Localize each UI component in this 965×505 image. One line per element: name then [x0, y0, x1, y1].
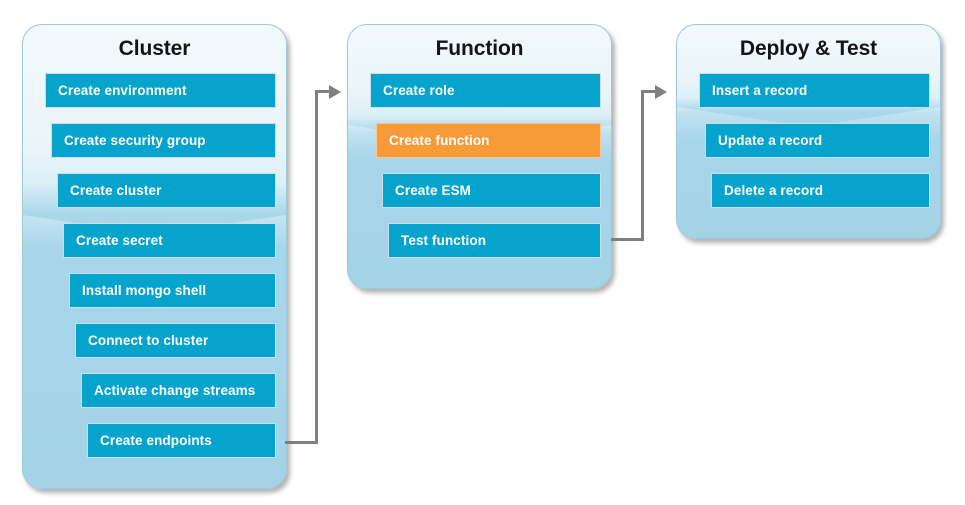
step-insert-a-record[interactable]: Insert a record — [699, 73, 930, 108]
step-create-environment[interactable]: Create environment — [45, 73, 276, 108]
step-create-endpoints[interactable]: Create endpoints — [87, 423, 276, 458]
panel-title-deploy-test: Deploy & Test — [739, 37, 878, 60]
step-create-cluster[interactable]: Create cluster — [57, 173, 276, 208]
connector-segment-vertical — [641, 90, 644, 241]
step-create-secret[interactable]: Create secret — [63, 223, 276, 258]
step-update-a-record[interactable]: Update a record — [705, 123, 930, 158]
connector-segment-horizontal-bottom — [611, 238, 644, 241]
step-create-esm[interactable]: Create ESM — [382, 173, 601, 208]
step-delete-a-record[interactable]: Delete a record — [711, 173, 930, 208]
connector-arrowhead — [329, 84, 341, 99]
connector-arrowhead — [655, 84, 667, 99]
panel-title-function: Function — [435, 37, 524, 60]
step-test-function[interactable]: Test function — [388, 223, 601, 258]
step-create-security-group[interactable]: Create security group — [51, 123, 276, 158]
connector-segment-horizontal-bottom — [285, 441, 318, 444]
panel-title-cluster: Cluster — [118, 37, 191, 60]
panel-cluster: Cluster Create environment Create securi… — [22, 24, 287, 489]
workflow-diagram: Cluster Create environment Create securi… — [0, 0, 965, 505]
step-activate-change-streams[interactable]: Activate change streams — [81, 373, 276, 408]
connector-segment-vertical — [315, 90, 318, 444]
panel-function: Function Create role Create function Cre… — [347, 24, 612, 289]
panel-deploy-test: Deploy & Test Insert a record Update a r… — [676, 24, 941, 239]
step-connect-to-cluster[interactable]: Connect to cluster — [75, 323, 276, 358]
step-create-function[interactable]: Create function — [376, 123, 601, 158]
step-install-mongo-shell[interactable]: Install mongo shell — [69, 273, 276, 308]
step-create-role[interactable]: Create role — [370, 73, 601, 108]
